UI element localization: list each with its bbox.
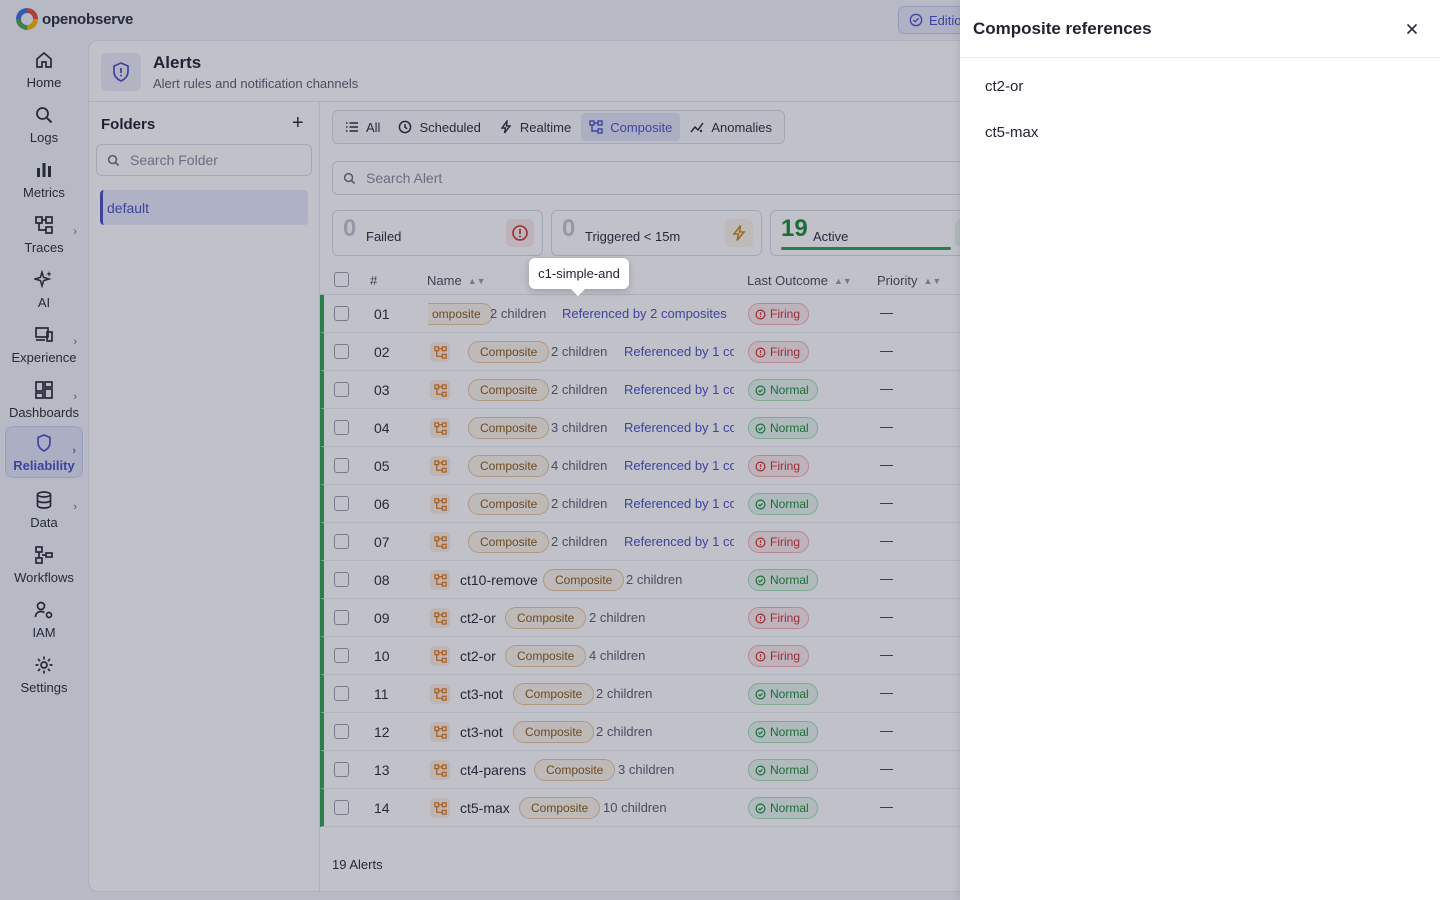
drawer-title: Composite references xyxy=(973,19,1152,38)
drawer-header: Composite references xyxy=(960,0,1440,58)
name-tooltip: c1-simple-and xyxy=(529,258,629,289)
reference-item[interactable]: ct2-or xyxy=(985,78,1023,95)
composite-references-drawer: Composite references ct2-or ct5-max xyxy=(960,0,1440,900)
drawer-backdrop[interactable] xyxy=(0,0,960,900)
close-icon[interactable] xyxy=(1402,19,1422,39)
reference-item[interactable]: ct5-max xyxy=(985,124,1038,141)
